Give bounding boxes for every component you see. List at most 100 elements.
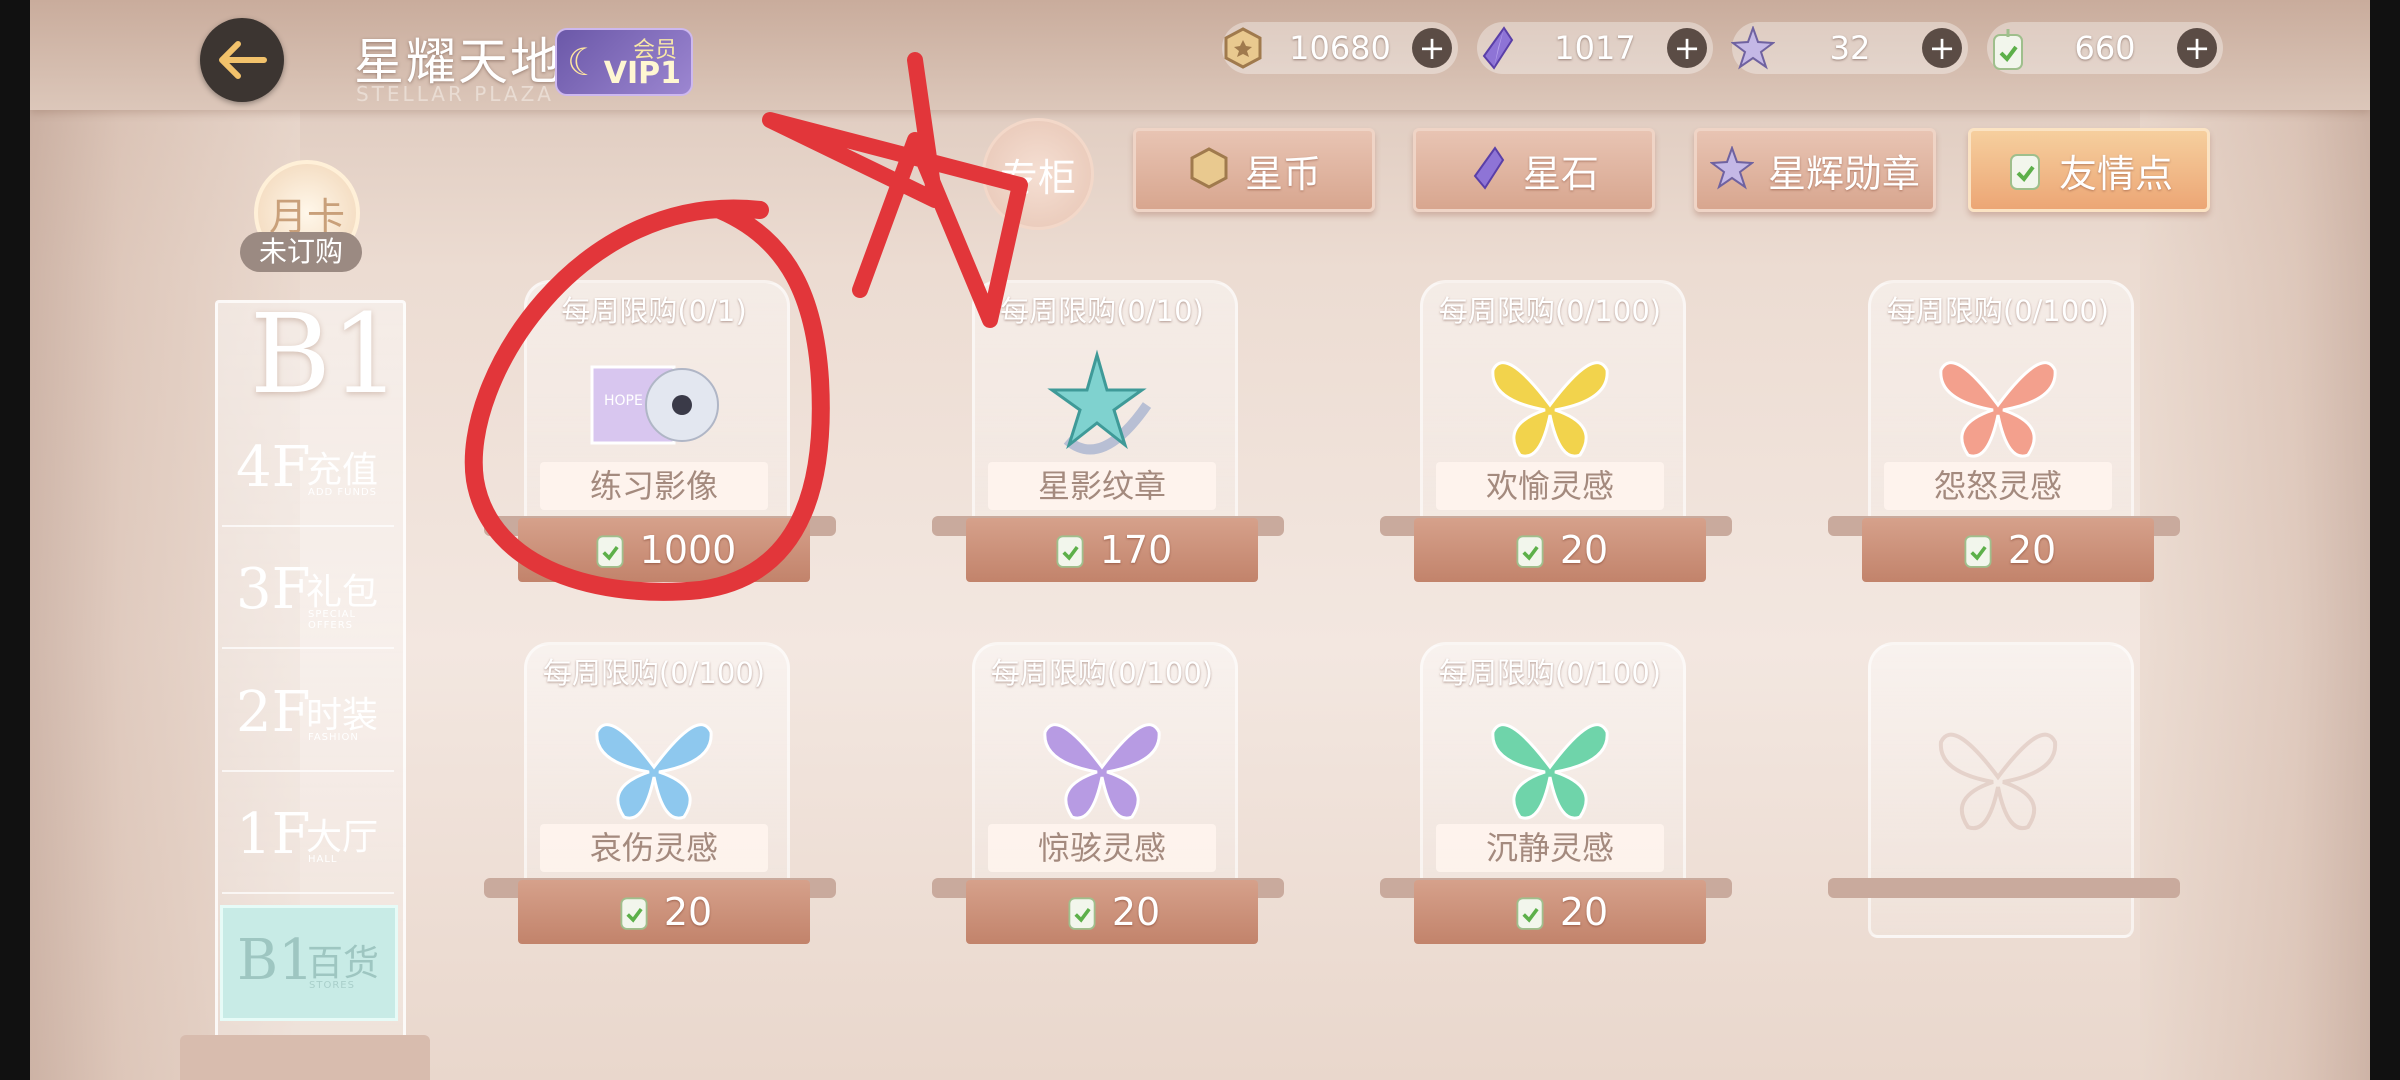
floor-number: B1 xyxy=(237,928,314,993)
add-currency-button[interactable]: + xyxy=(1412,28,1452,68)
item-name: 惊骇灵感 xyxy=(988,824,1216,872)
shop-item-card[interactable]: 每周限购(0/10) 星影纹章 170 xyxy=(932,280,1284,620)
current-floor: B1 xyxy=(250,290,401,418)
add-currency-button[interactable]: + xyxy=(2177,28,2217,68)
tab-friendship-point[interactable]: 友情点 xyxy=(1968,128,2210,212)
star-stone-icon xyxy=(1473,23,1523,73)
purchase-limit: 每周限购(0/100) xyxy=(1438,294,1662,328)
shelf xyxy=(1828,878,2180,898)
floor-name: 大厅 xyxy=(306,817,379,858)
friendship-point-icon xyxy=(1512,526,1548,574)
purchase-limit: 每周限购(0/10) xyxy=(1000,294,1204,328)
item-price: 1000 xyxy=(518,518,810,582)
item-price: 20 xyxy=(518,880,810,944)
friendship-point-icon xyxy=(1983,23,2033,73)
shop-item-card[interactable]: 每周限购(0/1) HOPE 练习影像 1000 xyxy=(484,280,836,620)
butterfly-placeholder-icon xyxy=(1928,712,2068,842)
back-arrow-icon xyxy=(219,41,267,79)
purchase-limit: 每周限购(0/1) xyxy=(561,294,747,328)
item-price: 20 xyxy=(1414,880,1706,944)
item-price: 170 xyxy=(966,518,1258,582)
currency-star-coin: 10680 + xyxy=(1222,22,1458,74)
purchase-limit: 每周限购(0/100) xyxy=(542,656,766,690)
floor-name: 百货 xyxy=(307,943,380,984)
shop-item-card[interactable]: 每周限购(0/100) 沉静灵感 20 xyxy=(1380,642,1732,982)
cabinet-badge: 专柜 xyxy=(982,118,1094,230)
floor-b1[interactable]: B1 百货 STORES xyxy=(220,905,398,1021)
add-currency-button[interactable]: + xyxy=(1667,28,1707,68)
floor-number: 3F xyxy=(236,557,311,622)
star-emblem-icon xyxy=(1032,340,1172,470)
item-name: 星影纹章 xyxy=(988,462,1216,510)
floor-name: 充值 xyxy=(306,450,379,491)
yellow-butterfly-icon xyxy=(1480,340,1620,470)
star-medal-icon xyxy=(1709,145,1755,194)
empty-shop-slot xyxy=(1828,642,2180,982)
price-value: 1000 xyxy=(639,528,737,572)
tab-star-medal[interactable]: 星辉勋章 xyxy=(1694,128,1936,212)
floor-4f[interactable]: 4F 充值 ADD FUNDS xyxy=(222,415,394,527)
floor-name-en: ADD FUNDS xyxy=(308,487,378,498)
screen-edge-left xyxy=(0,0,30,1080)
star-stone-icon xyxy=(1469,146,1509,194)
floor-3f[interactable]: 3F 礼包 SPECIAL OFFERS xyxy=(222,537,394,649)
screen-edge-right xyxy=(2370,0,2400,1080)
vip-level: VIP1 xyxy=(603,56,681,91)
currency-friendship-point: 660 + xyxy=(1987,22,2223,74)
tab-star-coin[interactable]: 星币 xyxy=(1133,128,1375,212)
moon-icon: ☾ xyxy=(567,40,602,84)
tab-label: 友情点 xyxy=(2058,151,2173,196)
item-name: 沉静灵感 xyxy=(1436,824,1664,872)
price-value: 20 xyxy=(2007,528,2057,572)
floor-name: 礼包 xyxy=(306,572,379,613)
tab-label: 星辉勋章 xyxy=(1767,151,1920,196)
item-name: 哀伤灵感 xyxy=(540,824,768,872)
friendship-point-icon xyxy=(1064,888,1100,936)
item-name: 练习影像 xyxy=(540,462,768,510)
item-price: 20 xyxy=(1862,518,2154,582)
shop-item-card[interactable]: 每周限购(0/100) 怨怒灵感 20 xyxy=(1828,280,2180,620)
back-button[interactable] xyxy=(200,18,284,102)
item-price: 20 xyxy=(966,880,1258,944)
purchase-limit: 每周限购(0/100) xyxy=(1886,294,2110,328)
floor-2f[interactable]: 2F 时装 FASHION xyxy=(222,660,394,772)
blue-butterfly-icon xyxy=(584,702,724,832)
currency-star-stone: 1017 + xyxy=(1477,22,1713,74)
currency-star-medal: 32 + xyxy=(1731,22,1968,74)
vip-badge[interactable]: ☾ 会员 VIP1 xyxy=(555,28,693,96)
currency-value: 1017 xyxy=(1554,29,1636,67)
floor-name-en: HALL xyxy=(308,854,338,865)
tab-star-stone[interactable]: 星石 xyxy=(1413,128,1655,212)
floor-1f[interactable]: 1F 大厅 HALL xyxy=(222,782,394,894)
currency-value: 660 xyxy=(2074,29,2136,67)
friendship-point-icon xyxy=(1052,526,1088,574)
tab-label: 星币 xyxy=(1244,151,1321,196)
price-value: 20 xyxy=(1559,528,1609,572)
friendship-point-icon xyxy=(1512,888,1548,936)
page-subtitle: STELLAR PLAZA xyxy=(356,82,554,106)
purchase-limit: 每周限购(0/100) xyxy=(1438,656,1662,690)
floor-name-en: FASHION xyxy=(308,732,359,743)
price-value: 170 xyxy=(1099,528,1173,572)
shop-item-card[interactable]: 每周限购(0/100) 欢愉灵感 20 xyxy=(1380,280,1732,620)
practice-video-disc-icon: HOPE xyxy=(584,340,724,470)
price-value: 20 xyxy=(1111,890,1161,934)
currency-value: 10680 xyxy=(1289,29,1391,67)
red-butterfly-icon xyxy=(1928,340,2068,470)
shop-item-card[interactable]: 每周限购(0/100) 惊骇灵感 20 xyxy=(932,642,1284,982)
friendship-point-icon xyxy=(1960,526,1996,574)
purple-butterfly-icon xyxy=(1032,702,1172,832)
friendship-point-icon xyxy=(2005,145,2045,195)
svg-text:HOPE: HOPE xyxy=(604,393,643,409)
star-coin-icon xyxy=(1187,146,1231,194)
item-name: 怨怒灵感 xyxy=(1884,462,2112,510)
shop-item-card[interactable]: 每周限购(0/100) 哀伤灵感 20 xyxy=(484,642,836,982)
star-medal-icon xyxy=(1728,23,1778,73)
star-coin-icon xyxy=(1218,23,1268,73)
friendship-point-icon xyxy=(592,526,628,574)
green-butterfly-icon xyxy=(1480,702,1620,832)
add-currency-button[interactable]: + xyxy=(1922,28,1962,68)
floor-name: 时装 xyxy=(306,695,379,736)
price-value: 20 xyxy=(1559,890,1609,934)
floor-name-en: STORES xyxy=(309,980,355,991)
